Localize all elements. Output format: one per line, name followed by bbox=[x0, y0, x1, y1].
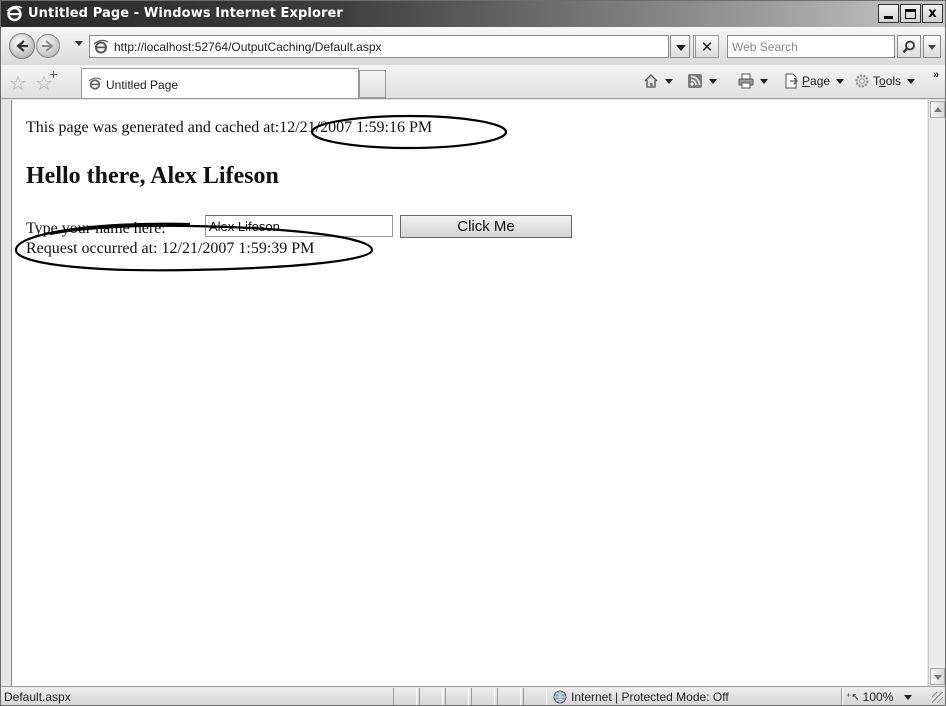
page-menu-button[interactable]: Page bbox=[783, 73, 845, 89]
cached-time-value: 12/21/2007 1:59:16 PM bbox=[279, 119, 433, 136]
name-input[interactable] bbox=[205, 215, 393, 237]
status-panel bbox=[841, 688, 843, 705]
status-panel bbox=[497, 688, 521, 705]
request-label: Request occurred at: bbox=[26, 240, 158, 257]
home-button[interactable] bbox=[643, 73, 673, 89]
back-arrow-icon bbox=[16, 40, 28, 52]
click-me-button[interactable]: Click Me bbox=[400, 215, 572, 238]
zoom-icon: ⁺↖ bbox=[846, 691, 860, 703]
ie-logo-icon bbox=[6, 5, 23, 22]
status-panel bbox=[471, 688, 495, 705]
stop-icon: ✕ bbox=[700, 37, 714, 56]
page-content: This page was generated and cached at:12… bbox=[11, 100, 927, 686]
minimize-icon bbox=[884, 16, 893, 19]
tools-menu-button[interactable]: Tools bbox=[854, 73, 916, 89]
ie-page-icon bbox=[93, 39, 109, 54]
page-icon bbox=[785, 73, 798, 89]
chevron-down-icon bbox=[709, 78, 717, 84]
minimize-button[interactable] bbox=[878, 4, 899, 23]
search-placeholder: Web Search bbox=[732, 40, 798, 54]
tab-untitled-page[interactable]: Untitled Page bbox=[81, 68, 359, 98]
window-controls: x bbox=[877, 4, 943, 23]
scroll-up-button[interactable] bbox=[930, 101, 945, 118]
address-dropdown-button[interactable] bbox=[670, 35, 690, 58]
zoom-control[interactable]: ⁺↖ 100% bbox=[846, 690, 913, 704]
status-panel bbox=[445, 688, 469, 705]
resize-grip-icon[interactable] bbox=[932, 692, 943, 703]
status-text: Default.aspx bbox=[4, 690, 71, 704]
zoom-level: 100% bbox=[862, 690, 894, 704]
address-toolbar: http://localhost:52764/OutputCaching/Def… bbox=[1, 27, 945, 65]
recent-pages-chevron-icon[interactable] bbox=[75, 41, 83, 46]
cached-label: This page was generated and cached at: bbox=[26, 119, 280, 136]
greeting-heading: Hello there, Alex Lifeson bbox=[26, 163, 279, 189]
maximize-button[interactable] bbox=[900, 4, 921, 23]
search-input[interactable]: Web Search bbox=[727, 35, 895, 58]
request-time-line: Request occurred at: 12/21/2007 1:59:39 … bbox=[26, 240, 314, 258]
vertical-scrollbar[interactable] bbox=[928, 100, 945, 686]
status-panel bbox=[393, 688, 417, 705]
cached-time-line: This page was generated and cached at:12… bbox=[26, 119, 432, 137]
tools-menu-label: Tools bbox=[873, 74, 902, 88]
search-icon bbox=[902, 40, 915, 53]
tab-label: Untitled Page bbox=[106, 78, 179, 92]
gear-icon bbox=[855, 74, 869, 88]
forward-arrow-icon bbox=[42, 40, 54, 52]
chevron-down-icon bbox=[665, 78, 673, 84]
chevron-down-icon bbox=[907, 78, 916, 84]
scroll-down-button[interactable] bbox=[930, 668, 945, 685]
page-menu-label: Page bbox=[802, 74, 831, 88]
address-bar[interactable]: http://localhost:52764/OutputCaching/Def… bbox=[89, 35, 669, 58]
status-panel bbox=[523, 688, 547, 705]
forward-button[interactable] bbox=[36, 34, 60, 58]
close-button[interactable]: x bbox=[922, 4, 943, 23]
print-button[interactable] bbox=[738, 73, 768, 89]
close-icon: x bbox=[928, 6, 937, 21]
title-bar[interactable]: Untitled Page - Windows Internet Explore… bbox=[1, 1, 945, 27]
security-zone[interactable]: Internet | Protected Mode: Off bbox=[553, 690, 729, 704]
ie-tab-icon bbox=[88, 77, 102, 90]
stop-button[interactable]: ✕ bbox=[695, 35, 719, 58]
address-url[interactable]: http://localhost:52764/OutputCaching/Def… bbox=[114, 40, 382, 54]
chevron-down-icon bbox=[760, 78, 768, 84]
more-chevron-icon: » bbox=[933, 69, 940, 81]
new-tab-button[interactable] bbox=[359, 70, 386, 98]
home-icon bbox=[644, 74, 658, 88]
printer-icon bbox=[738, 73, 754, 89]
status-bar: Default.aspx Internet | Protected Mode: … bbox=[1, 686, 945, 705]
name-label: Type your name here: bbox=[26, 220, 166, 237]
search-options-dropdown[interactable] bbox=[923, 35, 941, 58]
request-time-value: 12/21/2007 1:59:39 PM bbox=[161, 240, 315, 257]
maximize-icon bbox=[905, 8, 916, 19]
more-commands-button[interactable]: » bbox=[933, 69, 939, 81]
search-button[interactable] bbox=[897, 35, 921, 58]
feeds-button[interactable] bbox=[687, 73, 717, 89]
globe-icon bbox=[553, 690, 567, 704]
chevron-down-icon bbox=[836, 78, 845, 84]
browser-window: Untitled Page - Windows Internet Explore… bbox=[0, 0, 946, 706]
chevron-down-icon bbox=[904, 694, 913, 700]
favorites-center-star-icon[interactable]: ☆ bbox=[9, 71, 27, 95]
status-panel bbox=[419, 688, 443, 705]
back-button[interactable] bbox=[9, 33, 35, 59]
add-favorites-star-icon[interactable]: ☆ bbox=[35, 68, 58, 95]
window-title: Untitled Page - Windows Internet Explore… bbox=[28, 6, 343, 21]
tab-toolbar: ☆ ☆ Untitled Page Page bbox=[1, 65, 945, 99]
security-zone-label: Internet | Protected Mode: Off bbox=[571, 690, 729, 704]
rss-feed-icon bbox=[688, 74, 702, 88]
